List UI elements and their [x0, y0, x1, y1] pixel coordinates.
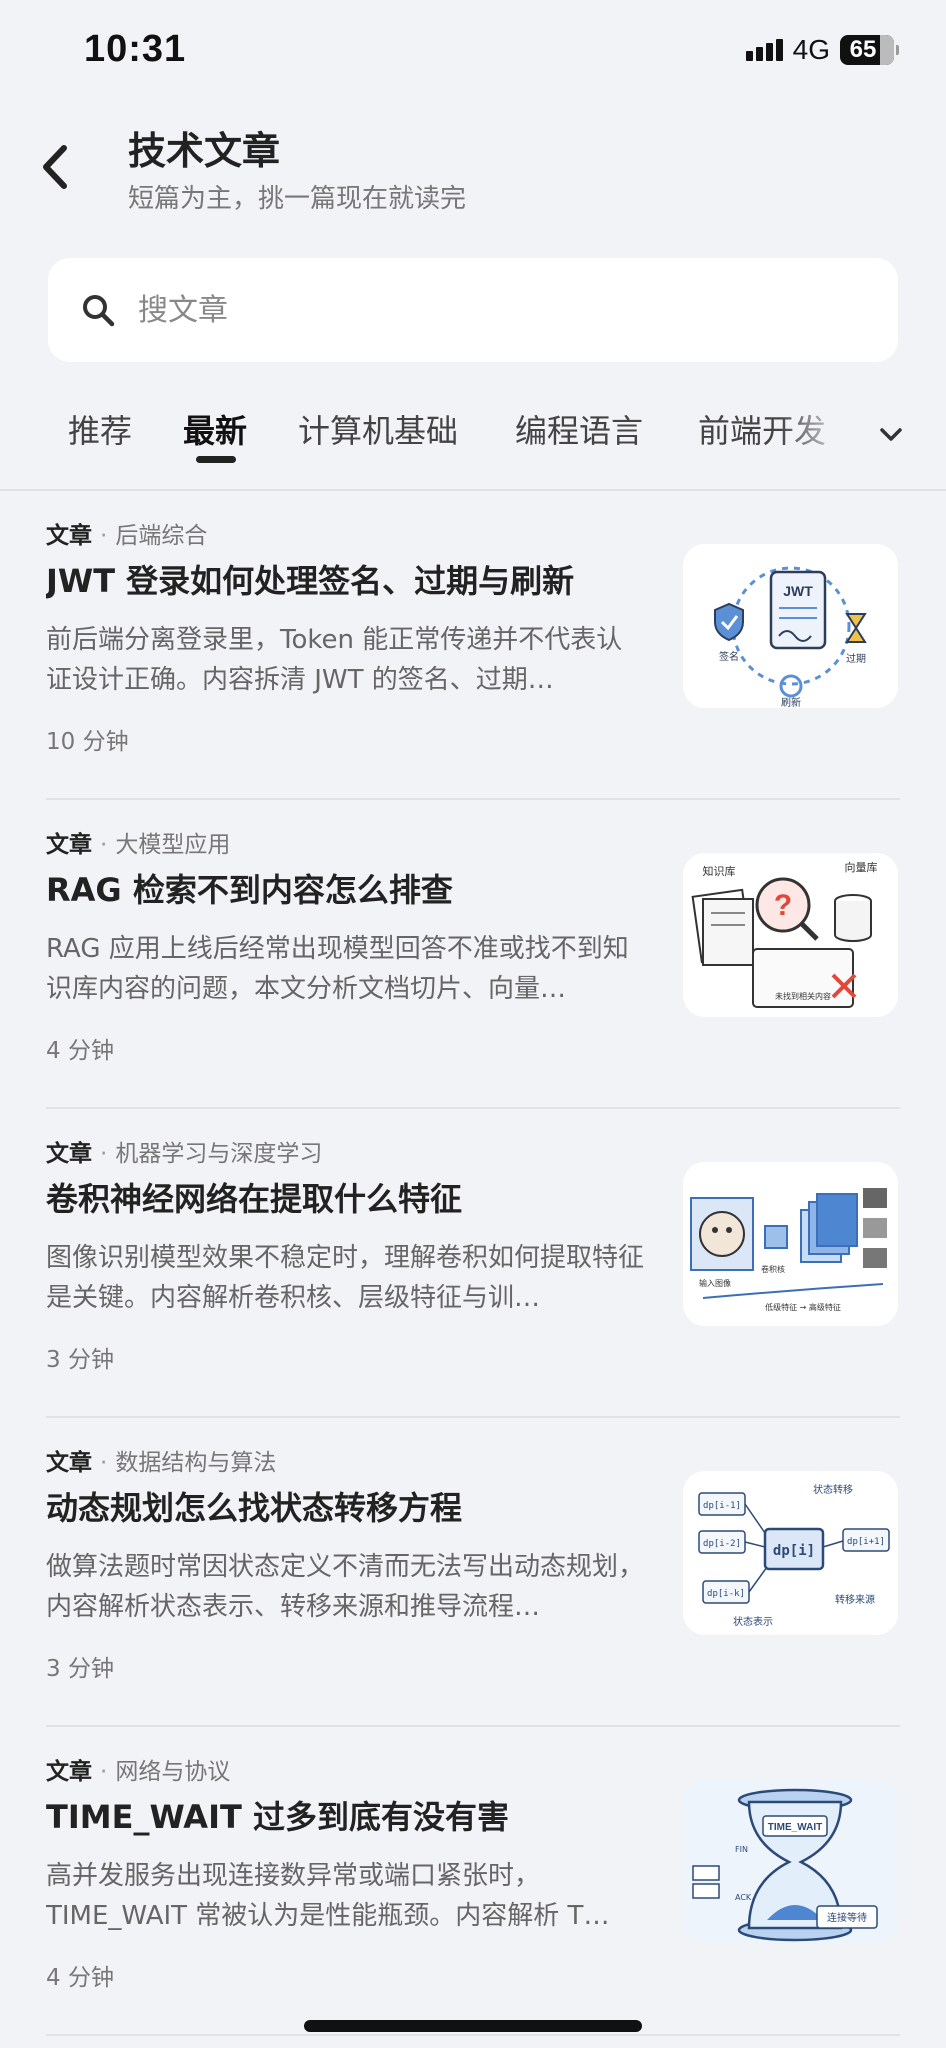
- svg-text:dp[i-2]: dp[i-2]: [703, 1539, 741, 1549]
- article-thumbnail: 知识库 ? 向量库 未找到相关内容: [683, 853, 898, 1017]
- article-read-time: 10 分钟: [46, 729, 129, 755]
- article-card[interactable]: 文章 · 机器学习与深度学习 卷积神经网络在提取什么特征 图像识别模型效果不稳定时，…: [46, 1110, 900, 1418]
- article-read-time: 3 分钟: [46, 1656, 114, 1682]
- status-time: 10:31: [84, 28, 187, 70]
- article-kind: 文章: [46, 523, 92, 549]
- article-description: 高并发服务出现连接数异常或端口紧张时，TIME_WAIT 常被认为是性能瓶颈。内…: [46, 1861, 610, 1931]
- svg-text:状态转移: 状态转移: [813, 1483, 853, 1496]
- home-indicator[interactable]: [304, 2020, 642, 2032]
- article-meta: 文章 · 大模型应用: [46, 832, 231, 858]
- svg-text:FIN: FIN: [735, 1845, 748, 1854]
- article-description: 做算法题时常因状态定义不清而无法写出动态规划，内容解析状态表示、转移来源和推导流…: [46, 1552, 645, 1622]
- article-title: 卷积神经网络在提取什么特征: [46, 1180, 463, 1218]
- svg-text:未找到相关内容: 未找到相关内容: [775, 991, 831, 1001]
- article-thumbnail: dp[i] dp[i-1] dp[i-2] dp[i-k] dp[i+1] 状态…: [683, 1471, 898, 1635]
- cellular-signal-icon: [745, 39, 783, 61]
- article-read-time: 3 分钟: [46, 1347, 114, 1373]
- svg-text:JWT: JWT: [783, 583, 813, 599]
- article-divider: [46, 1107, 900, 1109]
- article-divider: [46, 798, 900, 800]
- tab-programming-languages[interactable]: 编程语言: [515, 406, 643, 452]
- back-button[interactable]: [30, 132, 80, 202]
- battery-icon: 65: [840, 35, 899, 65]
- article-category: 大模型应用: [115, 832, 231, 858]
- category-tabs: 推荐 最新 计算机基础 编程语言 前端开发: [0, 398, 946, 488]
- page-title: 技术文章: [128, 129, 281, 173]
- article-category: 机器学习与深度学习: [115, 1141, 323, 1167]
- svg-text:dp[i-1]: dp[i-1]: [703, 1501, 741, 1511]
- svg-text:连接等待: 连接等待: [827, 1911, 867, 1924]
- status-bar: 10:31 4G 65: [0, 0, 946, 100]
- article-meta: 文章 · 机器学习与深度学习: [46, 1141, 323, 1167]
- search-icon: [78, 290, 118, 330]
- svg-text:ACK: ACK: [735, 1893, 752, 1902]
- svg-text:TIME_WAIT: TIME_WAIT: [768, 1822, 822, 1833]
- article-thumbnail: TIME_WAIT FIN ACK 连接等待: [683, 1780, 898, 1944]
- svg-text:低级特征 → 高级特征: 低级特征 → 高级特征: [765, 1302, 841, 1312]
- tabs-expand-button[interactable]: [868, 412, 914, 458]
- article-card[interactable]: 文章 · 大模型应用 RAG 检索不到内容怎么排查 RAG 应用上线后经常出现模型回…: [46, 801, 900, 1109]
- article-card[interactable]: 文章 · 网络与协议 TIME_WAIT 过多到底有没有害 高并发服务出现连接数异常…: [46, 1728, 900, 2036]
- svg-text:刷新: 刷新: [781, 696, 801, 708]
- chevron-left-icon: [43, 145, 67, 189]
- header: 技术文章 短篇为主，挑一篇现在就读完: [0, 110, 946, 220]
- article-category: 后端综合: [115, 523, 208, 549]
- svg-text:向量库: 向量库: [845, 860, 878, 874]
- svg-text:dp[i]: dp[i]: [773, 1543, 815, 1559]
- tab-cs-basics[interactable]: 计算机基础: [298, 406, 458, 452]
- tab-latest[interactable]: 最新: [183, 406, 247, 452]
- article-divider: [46, 1725, 900, 1727]
- search-input[interactable]: [136, 291, 840, 329]
- article-title: TIME_WAIT 过多到底有没有害: [46, 1798, 509, 1836]
- article-meta: 文章 · 后端综合: [46, 523, 208, 549]
- article-title: 动态规划怎么找状态转移方程: [46, 1489, 463, 1527]
- article-kind: 文章: [46, 1759, 92, 1785]
- article-description: 前后端分离登录里，Token 能正常传递并不代表认证设计正确。内容拆清 JWT …: [46, 625, 623, 695]
- article-category: 数据结构与算法: [115, 1450, 277, 1476]
- article-kind: 文章: [46, 832, 92, 858]
- svg-text:dp[i-k]: dp[i-k]: [707, 1589, 745, 1599]
- article-category: 网络与协议: [115, 1759, 231, 1785]
- article-kind: 文章: [46, 1141, 92, 1167]
- article-divider: [46, 2034, 900, 2036]
- article-read-time: 4 分钟: [46, 1038, 114, 1064]
- article-description: 图像识别模型效果不稳定时，理解卷积如何提取特征是关键。内容解析卷积核、层级特征与…: [46, 1243, 645, 1313]
- article-description: RAG 应用上线后经常出现模型回答不准或找不到知识库内容的问题，本文分析文档切片…: [46, 934, 629, 1004]
- network-type: 4G: [792, 34, 830, 65]
- tabs-divider: [0, 489, 946, 491]
- article-thumbnail: 输入图像 卷积核 低级特征 → 高级特征: [683, 1162, 898, 1326]
- svg-text:过期: 过期: [846, 652, 866, 665]
- battery-level: 65: [849, 36, 877, 63]
- svg-text:输入图像: 输入图像: [699, 1278, 731, 1288]
- article-thumbnail: JWT 签名 过期 刷新: [683, 544, 898, 708]
- article-card[interactable]: 文章 · 数据结构与算法 动态规划怎么找状态转移方程 做算法题时常因状态定义不清而无…: [46, 1419, 900, 1727]
- svg-text:?: ?: [774, 889, 792, 922]
- page-subtitle: 短篇为主，挑一篇现在就读完: [128, 184, 467, 214]
- svg-text:知识库: 知识库: [703, 864, 736, 878]
- article-kind: 文章: [46, 1450, 92, 1476]
- svg-text:dp[i+1]: dp[i+1]: [847, 1537, 885, 1547]
- article-card[interactable]: 文章 · 后端综合 JWT 登录如何处理签名、过期与刷新 前后端分离登录里，Toke…: [46, 492, 900, 800]
- svg-text:状态表示: 状态表示: [733, 1615, 773, 1628]
- article-title: RAG 检索不到内容怎么排查: [46, 871, 453, 909]
- article-read-time: 4 分钟: [46, 1965, 114, 1991]
- article-divider: [46, 1416, 900, 1418]
- chevron-down-icon: [880, 428, 902, 441]
- svg-text:卷积核: 卷积核: [761, 1264, 785, 1274]
- status-indicators: 4G 65: [745, 34, 899, 66]
- active-tab-indicator: [196, 456, 236, 463]
- svg-text:转移来源: 转移来源: [835, 1593, 875, 1606]
- tab-recommended[interactable]: 推荐: [68, 406, 132, 452]
- article-meta: 文章 · 数据结构与算法: [46, 1450, 277, 1476]
- svg-text:签名: 签名: [719, 650, 739, 663]
- search-bar[interactable]: [48, 258, 898, 362]
- article-meta: 文章 · 网络与协议: [46, 1759, 231, 1785]
- article-title: JWT 登录如何处理签名、过期与刷新: [46, 562, 575, 600]
